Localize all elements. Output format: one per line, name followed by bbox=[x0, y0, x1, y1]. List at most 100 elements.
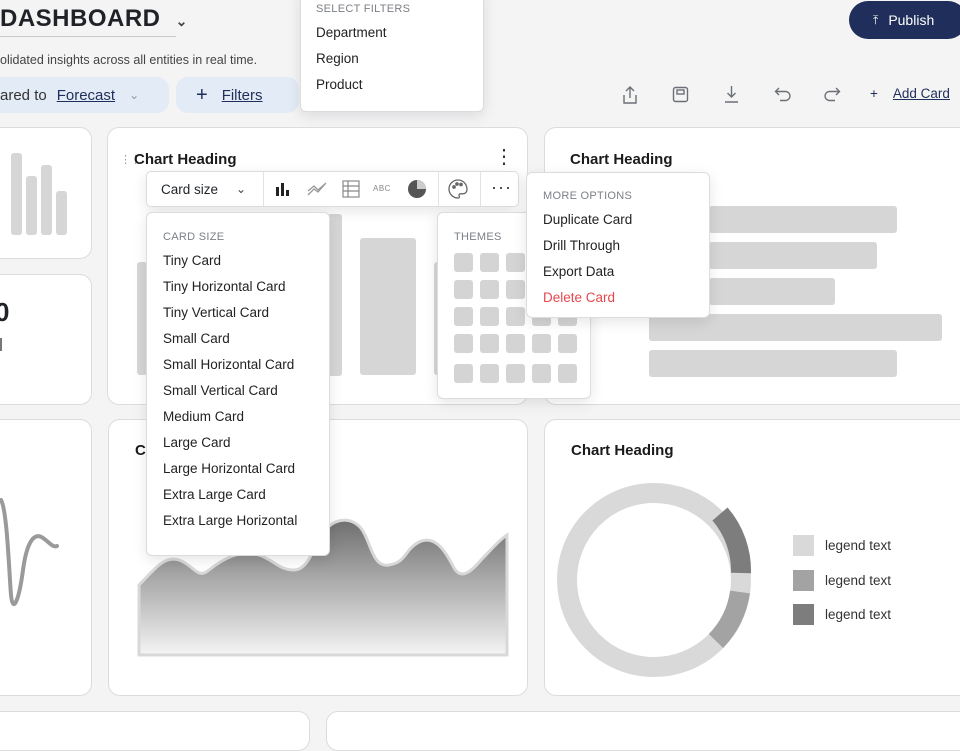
save-icon[interactable] bbox=[672, 86, 689, 106]
compared-to-selector[interactable]: ared to Forecast ⌄ bbox=[0, 77, 169, 113]
card-size-option[interactable]: Large Card bbox=[163, 435, 329, 450]
download-icon[interactable] bbox=[723, 84, 740, 107]
page-title-text: DASHBOARD bbox=[0, 5, 161, 32]
palette-icon[interactable] bbox=[448, 179, 468, 204]
filters-label: Filters bbox=[221, 86, 263, 104]
hbar bbox=[709, 242, 877, 269]
card-size-option[interactable]: Extra Large Horizontal bbox=[163, 513, 329, 528]
theme-swatch[interactable] bbox=[480, 280, 499, 299]
card-size-dropdown[interactable]: Card size ⌄ bbox=[147, 172, 264, 206]
plus-icon: + bbox=[196, 83, 208, 106]
line-chart-card[interactable] bbox=[0, 419, 92, 696]
donut-chart-card[interactable]: Chart Heading legend text legend text le… bbox=[544, 419, 960, 696]
card-heading: Chart Heading bbox=[134, 151, 237, 168]
toolbar-divider bbox=[438, 172, 439, 206]
bottom-card-right[interactable] bbox=[326, 711, 960, 751]
share-icon[interactable] bbox=[621, 85, 639, 108]
theme-swatch[interactable] bbox=[454, 280, 473, 299]
publish-label: Publish bbox=[888, 12, 935, 28]
filter-item-product[interactable]: Product bbox=[316, 77, 483, 92]
redo-icon[interactable] bbox=[823, 86, 841, 105]
toolbar-divider bbox=[480, 172, 481, 206]
theme-swatch[interactable] bbox=[480, 364, 499, 383]
theme-swatch[interactable] bbox=[506, 334, 525, 353]
hbar bbox=[709, 278, 835, 305]
theme-swatch[interactable] bbox=[532, 364, 551, 383]
chevron-down-icon[interactable]: ⌄ bbox=[176, 13, 188, 29]
title-underline bbox=[0, 36, 176, 37]
card-toolbar: Card size ⌄ ABC ··· bbox=[146, 171, 519, 207]
card-size-menu: CARD SIZE Tiny Card Tiny Horizontal Card… bbox=[146, 212, 330, 556]
chevron-down-icon: ⌄ bbox=[236, 182, 247, 196]
theme-swatch[interactable] bbox=[506, 364, 525, 383]
theme-swatch[interactable] bbox=[454, 253, 473, 272]
undo-icon[interactable] bbox=[774, 86, 792, 105]
legend-label: legend text bbox=[825, 607, 892, 622]
card-size-option[interactable]: Tiny Horizontal Card bbox=[163, 279, 329, 294]
legend-swatch bbox=[793, 535, 814, 556]
kpi-card[interactable]: 0 bbox=[0, 274, 92, 405]
card-size-option[interactable]: Tiny Card bbox=[163, 253, 329, 268]
duplicate-card-option[interactable]: Duplicate Card bbox=[543, 212, 709, 227]
legend-label: legend text bbox=[825, 573, 892, 588]
more-options-icon[interactable]: ··· bbox=[491, 177, 512, 198]
theme-swatch[interactable] bbox=[506, 280, 525, 299]
legend-label: legend text bbox=[825, 538, 892, 553]
theme-swatch[interactable] bbox=[532, 334, 551, 353]
line-chart-icon[interactable] bbox=[307, 180, 327, 203]
theme-swatch[interactable] bbox=[558, 334, 577, 353]
pie-chart-icon[interactable] bbox=[407, 179, 427, 204]
bottom-card-left[interactable] bbox=[0, 711, 310, 751]
card-size-option[interactable]: Small Card bbox=[163, 331, 329, 346]
chevron-down-icon: ⌄ bbox=[129, 88, 140, 102]
more-options-menu: MORE OPTIONS Duplicate Card Drill Throug… bbox=[526, 172, 710, 318]
bar-chart-icon[interactable] bbox=[275, 181, 291, 202]
add-card-button[interactable]: + Add Card bbox=[870, 86, 950, 101]
compared-to-value: Forecast bbox=[56, 86, 116, 104]
publish-button[interactable]: ⤒ Publish bbox=[849, 1, 960, 39]
card-size-label: Card size bbox=[161, 181, 219, 197]
mini-bar bbox=[56, 191, 67, 235]
more-options-title: MORE OPTIONS bbox=[543, 190, 633, 202]
page-subtitle: olidated insights across all entities in… bbox=[0, 53, 258, 67]
theme-swatch[interactable] bbox=[506, 253, 525, 272]
theme-swatch[interactable] bbox=[480, 334, 499, 353]
card-size-option[interactable]: Small Vertical Card bbox=[163, 383, 329, 398]
card-size-option[interactable]: Large Horizontal Card bbox=[163, 461, 329, 476]
abc-text-icon[interactable]: ABC bbox=[373, 184, 391, 193]
kebab-menu-icon[interactable]: ⋮ bbox=[494, 144, 514, 169]
table-icon[interactable] bbox=[342, 180, 360, 203]
card-size-option[interactable]: Tiny Vertical Card bbox=[163, 305, 329, 320]
card-heading: Chart Heading bbox=[570, 151, 673, 168]
card-size-option[interactable]: Small Horizontal Card bbox=[163, 357, 329, 372]
hbar bbox=[649, 350, 897, 377]
drill-through-option[interactable]: Drill Through bbox=[543, 238, 709, 253]
theme-swatch[interactable] bbox=[480, 307, 499, 326]
theme-swatch[interactable] bbox=[454, 364, 473, 383]
select-filters-title: SELECT FILTERS bbox=[316, 3, 411, 15]
legend-swatch bbox=[793, 604, 814, 625]
upload-icon: ⤒ bbox=[873, 12, 879, 27]
export-data-option[interactable]: Export Data bbox=[543, 264, 709, 279]
add-card-label: Add Card bbox=[892, 86, 950, 101]
filter-item-department[interactable]: Department bbox=[316, 25, 483, 40]
theme-swatch[interactable] bbox=[558, 364, 577, 383]
filter-item-region[interactable]: Region bbox=[316, 51, 483, 66]
select-filters-menu: SELECT FILTERS Department Region Product bbox=[300, 0, 484, 112]
plus-icon: + bbox=[870, 86, 878, 101]
hbar bbox=[709, 206, 897, 233]
small-bar-card[interactable] bbox=[0, 127, 92, 259]
theme-swatch[interactable] bbox=[454, 334, 473, 353]
chart-bar bbox=[328, 214, 342, 376]
line-series bbox=[0, 498, 59, 607]
card-size-option[interactable]: Medium Card bbox=[163, 409, 329, 424]
theme-swatch[interactable] bbox=[454, 307, 473, 326]
theme-swatch[interactable] bbox=[480, 253, 499, 272]
compared-to-label: ared to bbox=[0, 86, 47, 104]
card-size-option[interactable]: Extra Large Card bbox=[163, 487, 329, 502]
delete-card-option[interactable]: Delete Card bbox=[543, 290, 709, 305]
legend-swatch bbox=[793, 570, 814, 591]
filters-button[interactable]: + Filters bbox=[176, 77, 299, 113]
theme-swatch[interactable] bbox=[506, 307, 525, 326]
page-title[interactable]: DASHBOARD ⌄ bbox=[0, 5, 188, 33]
